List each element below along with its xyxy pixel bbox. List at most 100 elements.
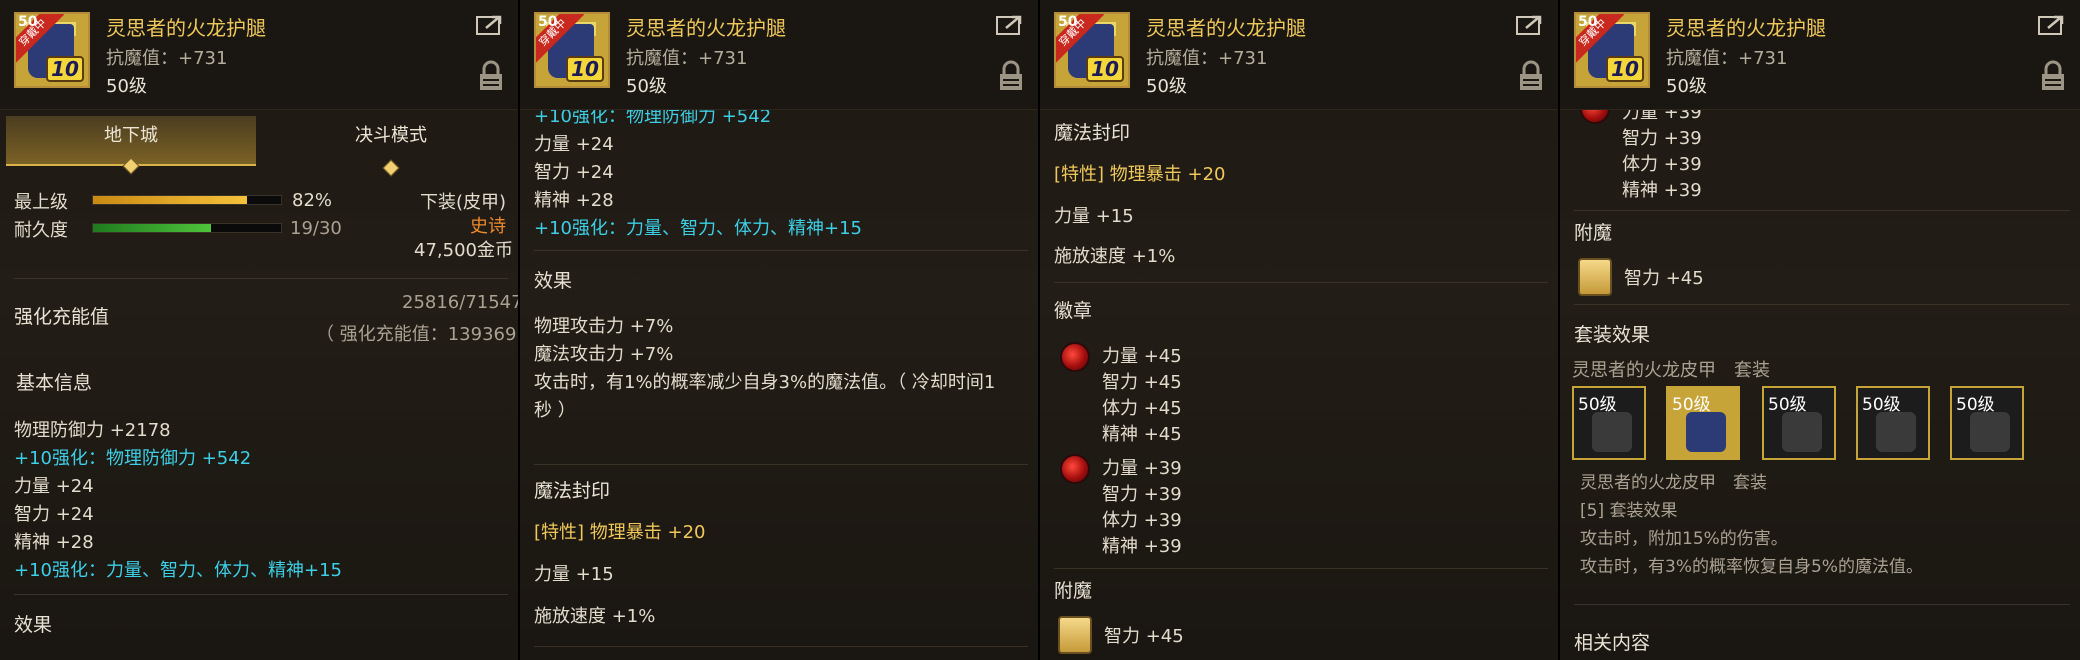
mode-tabs: 地下城 决斗模式 (6, 116, 516, 177)
grade-label: 最上级 (14, 192, 68, 213)
share-icon[interactable] (476, 14, 506, 36)
item-level: 50级 (626, 76, 667, 97)
set-name-2: 灵思者的火龙皮甲 套装 (1580, 473, 1767, 493)
stat-line: 力量 +24 (14, 476, 94, 497)
charge-label: 强化充能值 (14, 306, 110, 328)
enhance-badge: 10 (46, 56, 84, 82)
divider (534, 646, 1028, 647)
item-tooltip-panel-1: 穿戴中 50 10 灵思者的火龙护腿 抗魔值：+731 50级 地下城 决斗模式… (0, 0, 520, 660)
emblem-stat: 力量 +45 (1102, 346, 1182, 367)
stat-line: 力量 +24 (534, 134, 614, 155)
item-name: 灵思者的火龙护腿 (106, 16, 266, 40)
share-icon[interactable] (996, 14, 1026, 36)
emblem-stat: 体力 +39 (1102, 510, 1182, 531)
item-magic-resist: 抗魔值：+731 (1146, 48, 1268, 69)
item-header: 穿戴中 50 10 灵思者的火龙护腿 抗魔值：+731 50级 (1040, 0, 1558, 110)
emblem-stat: 力量 +39 (1102, 458, 1182, 479)
tab-pvp[interactable]: 决斗模式 (266, 116, 516, 177)
seal-title: 魔法封印 (534, 480, 611, 502)
lock-icon[interactable] (998, 60, 1024, 92)
item-header: 穿戴中 50 10 灵思者的火龙护腿 抗魔值：+731 50级 (0, 0, 518, 110)
icon-level: 50 (1578, 14, 1598, 30)
set-name: 灵思者的火龙皮甲 套装 (1572, 360, 1770, 381)
emblem-stat: 精神 +39 (1622, 180, 1702, 201)
lock-icon[interactable] (1518, 60, 1544, 92)
durability-bar (92, 223, 282, 233)
charge-sub: （ 强化充能值：139369 ） (316, 324, 520, 345)
seal-stat: 力量 +15 (1054, 206, 1134, 227)
red-emblem-icon[interactable] (1060, 342, 1090, 372)
divider (534, 250, 1028, 251)
divider (1054, 568, 1548, 569)
set-slot-belt[interactable]: 50级 (1856, 386, 1930, 460)
charge-value: 25816/71547 (402, 292, 520, 313)
item-icon[interactable]: 穿戴中 50 10 (14, 12, 90, 88)
enchant-title: 附魔 (1054, 580, 1093, 602)
emblem-stat: 智力 +39 (1102, 484, 1182, 505)
divider (1054, 282, 1548, 283)
effect-line: 攻击时，有1%的概率减少自身3%的魔法值。（ 冷却时间1 (534, 372, 996, 393)
set-slot-top[interactable]: 50级 (1572, 386, 1646, 460)
stat-line: +10强化：力量、智力、体力、精神+15 (14, 560, 342, 581)
seal-stat: 施放速度 +1% (534, 606, 656, 627)
item-slot-type: 下装(皮甲) (420, 192, 507, 213)
enchant-card-icon[interactable] (1578, 258, 1612, 296)
effect-line: 秒 ） (534, 400, 576, 421)
share-icon[interactable] (1516, 14, 1546, 36)
stat-line: 精神 +28 (534, 190, 614, 211)
item-icon[interactable]: 穿戴中 50 10 (1054, 12, 1130, 88)
enhance-badge: 10 (1606, 56, 1644, 82)
enchant-card-icon[interactable] (1058, 616, 1092, 654)
effect-title: 效果 (534, 270, 573, 292)
divider (14, 278, 508, 279)
share-icon[interactable] (2038, 14, 2068, 36)
stat-line: +10强化：物理防御力 +542 (14, 448, 252, 469)
item-icon[interactable]: 穿戴中 50 10 (1574, 12, 1650, 88)
item-icon[interactable]: 穿戴中 50 10 (534, 12, 610, 88)
grade-bar (92, 195, 282, 205)
item-name: 灵思者的火龙护腿 (626, 16, 786, 40)
set-slots: 50级 50级 50级 50级 50级 (1572, 386, 2072, 464)
item-tooltip-panel-3: 穿戴中 50 10 灵思者的火龙护腿 抗魔值：+731 50级 魔法封印 [特性… (1040, 0, 1560, 660)
item-magic-resist: 抗魔值：+731 (1666, 48, 1788, 69)
enhance-badge: 10 (566, 56, 604, 82)
effect-line: 物理攻击力 +7% (534, 316, 674, 337)
emblem-stat: 体力 +39 (1622, 154, 1702, 175)
emblem-stat: 体力 +45 (1102, 398, 1182, 419)
divider (1574, 304, 2070, 305)
set-effect: 攻击时，附加15%的伤害。 (1580, 529, 1788, 549)
enchant-title: 附魔 (1574, 222, 1613, 244)
divider (1574, 604, 2070, 605)
effect-line: 魔法攻击力 +7% (534, 344, 674, 365)
lock-icon[interactable] (2040, 60, 2066, 92)
seal-trait: [特性] 物理暴击 +20 (534, 522, 706, 543)
divider (14, 594, 508, 595)
divider (534, 464, 1028, 465)
basic-info-title: 基本信息 (16, 372, 93, 394)
tab-dungeon[interactable]: 地下城 (6, 116, 256, 175)
icon-level: 50 (1058, 14, 1078, 30)
set-slot-pants[interactable]: 50级 (1666, 386, 1740, 460)
durability-value: 19/30 (290, 218, 342, 239)
set-slot-shoulder[interactable]: 50级 (1762, 386, 1836, 460)
enchant-stat: 智力 +45 (1624, 268, 1704, 289)
item-header: 穿戴中 50 10 灵思者的火龙护腿 抗魔值：+731 50级 (520, 0, 1038, 110)
stat-line: 物理防御力 +2178 (14, 420, 171, 441)
item-name: 灵思者的火龙护腿 (1146, 16, 1306, 40)
divider (1574, 210, 2070, 211)
enchant-stat: 智力 +45 (1104, 626, 1184, 647)
set-title: 套装效果 (1574, 324, 1651, 346)
durability-label: 耐久度 (14, 220, 68, 241)
emblem-stat: 精神 +45 (1102, 424, 1182, 445)
stat-line: 智力 +24 (14, 504, 94, 525)
seal-trait: [特性] 物理暴击 +20 (1054, 164, 1226, 185)
grade-percent: 82% (292, 190, 333, 211)
set-effect: 攻击时，有3%的概率恢复自身5%的魔法值。 (1580, 557, 1923, 577)
set-count: [5] 套装效果 (1580, 501, 1678, 521)
red-emblem-icon[interactable] (1060, 454, 1090, 484)
emblem-stat: 智力 +45 (1102, 372, 1182, 393)
set-slot-shoes[interactable]: 50级 (1950, 386, 2024, 460)
lock-icon[interactable] (478, 60, 504, 92)
sell-price: 47,500金币 (414, 240, 513, 261)
rarity-label: 史诗 (470, 216, 506, 237)
